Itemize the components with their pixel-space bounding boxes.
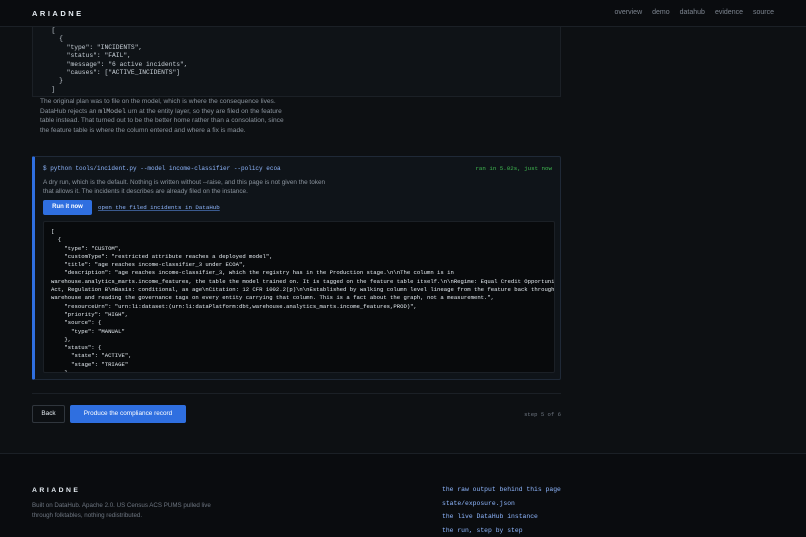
main-nav: overview demo datahub evidence source <box>615 9 775 16</box>
section-divider <box>32 393 561 394</box>
run-status: ran in 5.02s, just now <box>475 165 552 172</box>
produce-compliance-record-button[interactable]: Produce the compliance record <box>70 405 186 423</box>
step-indicator: step 5 of 6 <box>524 411 561 418</box>
nav-source[interactable]: source <box>753 9 774 16</box>
nav-overview[interactable]: overview <box>615 9 643 16</box>
run-card: $ python tools/incident.py --model incom… <box>32 156 561 380</box>
footer-link-raw-output[interactable]: the raw output behind this page <box>442 483 561 497</box>
footer-text: Built on DataHub. Apache 2.0. US Census … <box>32 502 211 519</box>
footer-link-datahub-instance[interactable]: the live DataHub instance <box>442 510 561 524</box>
footer-links: the raw output behind this page state/ex… <box>442 483 561 537</box>
previous-output-code: [ { "type": "INCIDENTS", "status": "FAIL… <box>51 27 188 93</box>
run-output-box[interactable]: [ { "type": "CUSTOM", "customType": "res… <box>43 221 555 373</box>
footer-link-run-steps[interactable]: the run, step by step <box>442 524 561 537</box>
nav-evidence[interactable]: evidence <box>715 9 743 16</box>
command-line: $ python tools/incident.py --model incom… <box>43 165 281 172</box>
nav-datahub[interactable]: datahub <box>680 9 705 16</box>
explanation-paragraph: The original plan was to file on the mod… <box>40 97 290 135</box>
run-output-code: [ { "type": "CUSTOM", "customType": "res… <box>51 228 555 373</box>
brand-logo[interactable]: ARIADNE <box>32 9 84 18</box>
footer: ARIADNE Built on DataHub. Apache 2.0. US… <box>0 453 806 537</box>
footer-brand: ARIADNE <box>32 487 81 494</box>
footer-link-exposure-json[interactable]: state/exposure.json <box>442 497 561 511</box>
open-filed-incidents-link[interactable]: open the filed incidents in DataHub <box>98 204 220 211</box>
run-it-now-button[interactable]: Run it now <box>43 200 92 215</box>
back-button[interactable]: Back <box>32 405 65 423</box>
nav-demo[interactable]: demo <box>652 9 670 16</box>
top-nav-bar: ARIADNE overview demo datahub evidence s… <box>0 0 806 27</box>
inline-code: mlModel <box>98 107 126 115</box>
run-description: A dry run, which is the default. Nothing… <box>43 179 326 196</box>
